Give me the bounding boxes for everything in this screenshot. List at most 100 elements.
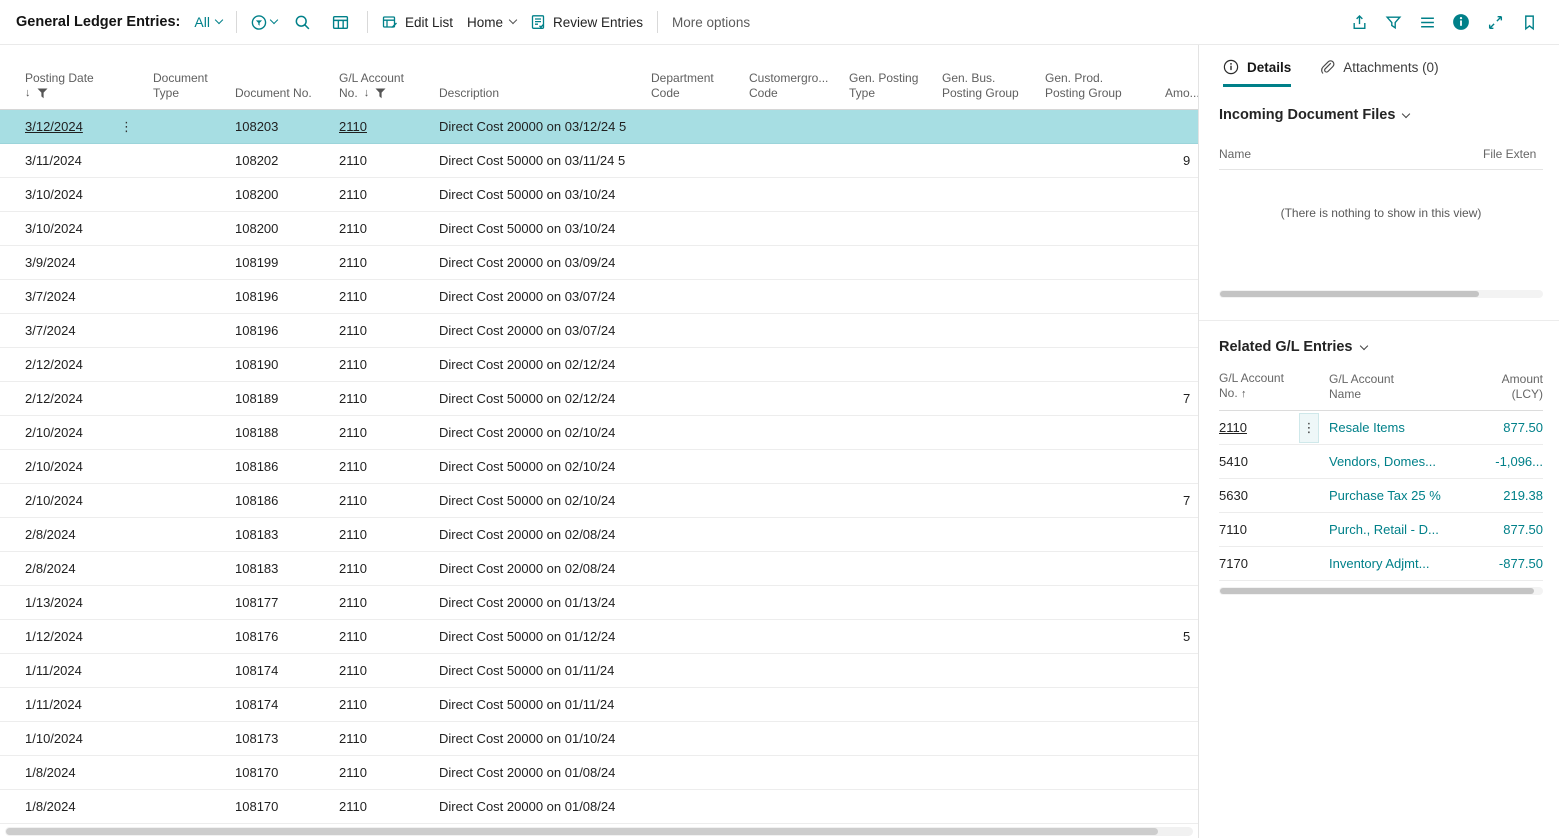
search-button[interactable]: [291, 9, 315, 35]
related-col-account-no[interactable]: G/L Account No. ↑: [1219, 371, 1319, 402]
table-row[interactable]: 1/8/20241081702110Direct Cost 20000 on 0…: [0, 756, 1198, 790]
cell-gl-account-no[interactable]: 2110: [339, 357, 439, 372]
cell-description[interactable]: Direct Cost 50000 on 03/11/24 5: [439, 153, 651, 168]
related-entry-row[interactable]: 7110Purch., Retail - D...877.50: [1219, 513, 1543, 547]
table-row[interactable]: 1/12/20241081762110Direct Cost 50000 on …: [0, 620, 1198, 654]
cell-gl-account-no[interactable]: 2110: [339, 493, 439, 508]
related-cell-amount[interactable]: -1,096...: [1457, 454, 1543, 469]
related-cell-amount[interactable]: 877.50: [1457, 420, 1543, 435]
table-row[interactable]: 2/8/20241081832110Direct Cost 20000 on 0…: [0, 552, 1198, 586]
cell-posting-date[interactable]: 2/10/2024: [25, 493, 153, 508]
table-row[interactable]: 3/10/20241082002110Direct Cost 50000 on …: [0, 178, 1198, 212]
table-row[interactable]: 3/7/20241081962110Direct Cost 20000 on 0…: [0, 280, 1198, 314]
fullscreen-button[interactable]: [1483, 9, 1507, 35]
analysis-mode-button[interactable]: [329, 9, 353, 35]
incoming-document-files-section-header[interactable]: Incoming Document Files: [1219, 107, 1543, 123]
cell-description[interactable]: Direct Cost 20000 on 03/07/24: [439, 323, 651, 338]
table-row[interactable]: 2/12/20241081902110Direct Cost 20000 on …: [0, 348, 1198, 382]
related-gl-entries-section-header[interactable]: Related G/L Entries: [1219, 339, 1543, 355]
cell-document-no[interactable]: 108200: [235, 221, 339, 236]
cell-posting-date[interactable]: 3/7/2024: [25, 323, 153, 338]
incoming-col-name[interactable]: Name: [1219, 147, 1251, 161]
column-header-gen-posting-type[interactable]: Gen. Posting Type: [849, 71, 942, 109]
cell-document-no[interactable]: 108202: [235, 153, 339, 168]
cell-description[interactable]: Direct Cost 50000 on 01/12/24: [439, 629, 651, 644]
table-row[interactable]: 2/10/20241081882110Direct Cost 20000 on …: [0, 416, 1198, 450]
related-cell-account-no[interactable]: 7110: [1219, 522, 1319, 537]
cell-description[interactable]: Direct Cost 50000 on 02/12/24: [439, 391, 651, 406]
bookmark-button[interactable]: [1517, 9, 1541, 35]
cell-description[interactable]: Direct Cost 20000 on 03/09/24: [439, 255, 651, 270]
related-cell-amount[interactable]: 219.38: [1457, 488, 1543, 503]
table-row[interactable]: 3/9/2024 1081992110Direct Cost 20000 on 0…: [0, 246, 1198, 280]
more-options-button[interactable]: More options: [672, 15, 750, 30]
cell-document-no[interactable]: 108170: [235, 799, 339, 814]
cell-description[interactable]: Direct Cost 50000 on 02/10/24: [439, 493, 651, 508]
list-view-button[interactable]: [1415, 9, 1439, 35]
cell-gl-account-no[interactable]: 2110: [339, 731, 439, 746]
cell-posting-date[interactable]: 3/9/2024: [25, 255, 153, 270]
cell-document-no[interactable]: 108203: [235, 119, 339, 134]
table-row[interactable]: 1/8/20241081702110Direct Cost 20000 on 0…: [0, 790, 1198, 824]
related-horizontal-scrollbar[interactable]: [1219, 587, 1543, 595]
column-header-posting-date[interactable]: Posting Date ↓: [25, 71, 153, 109]
table-row[interactable]: 2/8/20241081832110Direct Cost 20000 on 0…: [0, 518, 1198, 552]
cell-posting-date[interactable]: 3/12/2024⋮: [25, 119, 153, 135]
cell-posting-date[interactable]: 2/10/2024: [25, 425, 153, 440]
cell-document-no[interactable]: 108177: [235, 595, 339, 610]
cell-posting-date[interactable]: 2/12/2024: [25, 357, 153, 372]
cell-gl-account-no[interactable]: 2110: [339, 221, 439, 236]
related-cell-account-name[interactable]: Purchase Tax 25 %: [1329, 488, 1447, 503]
cell-document-no[interactable]: 108173: [235, 731, 339, 746]
cell-description[interactable]: Direct Cost 50000 on 03/10/24: [439, 221, 651, 236]
cell-gl-account-no[interactable]: 2110: [339, 595, 439, 610]
column-header-amount[interactable]: Amo...: [1165, 86, 1198, 109]
scrollbar-thumb[interactable]: [1220, 588, 1534, 594]
cell-posting-date[interactable]: 2/8/2024: [25, 561, 153, 576]
cell-description[interactable]: Direct Cost 50000 on 01/11/24: [439, 663, 651, 678]
cell-gl-account-no[interactable]: 2110: [339, 119, 439, 134]
table-row[interactable]: 3/7/20241081962110Direct Cost 20000 on 0…: [0, 314, 1198, 348]
cell-amount[interactable]: 5: [1165, 629, 1198, 644]
cell-gl-account-no[interactable]: 2110: [339, 153, 439, 168]
cell-posting-date[interactable]: 1/8/2024: [25, 765, 153, 780]
cell-gl-account-no[interactable]: 2110: [339, 799, 439, 814]
table-row[interactable]: 1/11/20241081742110Direct Cost 50000 on …: [0, 654, 1198, 688]
cell-posting-date[interactable]: 3/10/2024: [25, 221, 153, 236]
table-row[interactable]: 1/13/2024 1081772110Direct Cost 20000 on …: [0, 586, 1198, 620]
cell-gl-account-no[interactable]: 2110: [339, 255, 439, 270]
review-entries-button[interactable]: Review Entries: [530, 14, 643, 30]
cell-document-no[interactable]: 108186: [235, 493, 339, 508]
cell-description[interactable]: Direct Cost 20000 on 02/08/24: [439, 561, 651, 576]
cell-document-no[interactable]: 108174: [235, 663, 339, 678]
table-row[interactable]: 3/12/2024⋮1082032110Direct Cost 20000 on…: [0, 110, 1198, 144]
filter-views-button[interactable]: [251, 9, 277, 35]
scrollbar-thumb[interactable]: [6, 828, 1158, 835]
cell-posting-date[interactable]: 2/12/2024: [25, 391, 153, 406]
table-row[interactable]: 1/10/20241081732110Direct Cost 20000 on …: [0, 722, 1198, 756]
cell-description[interactable]: Direct Cost 20000 on 02/08/24: [439, 527, 651, 542]
scrollbar-track[interactable]: [5, 827, 1193, 836]
related-entry-row[interactable]: 2110⋮Resale Items877.50: [1219, 411, 1543, 445]
cell-document-no[interactable]: 108186: [235, 459, 339, 474]
factbox-info-button[interactable]: [1449, 9, 1473, 35]
related-cell-account-name[interactable]: Inventory Adjmt...: [1329, 556, 1447, 571]
cell-description[interactable]: Direct Cost 20000 on 01/13/24: [439, 595, 651, 610]
row-options-icon[interactable]: ⋮: [1299, 413, 1319, 443]
table-row[interactable]: 2/10/2024 1081862110Direct Cost 50000 on …: [0, 484, 1198, 518]
incoming-horizontal-scrollbar[interactable]: [1219, 290, 1543, 298]
cell-gl-account-no[interactable]: 2110: [339, 459, 439, 474]
cell-posting-date[interactable]: 1/13/2024: [25, 595, 153, 610]
tab-details[interactable]: Details: [1223, 59, 1291, 87]
cell-gl-account-no[interactable]: 2110: [339, 425, 439, 440]
cell-posting-date[interactable]: 1/11/2024: [25, 697, 153, 712]
column-header-customergroup-code[interactable]: Customergro... Code: [749, 71, 849, 109]
column-header-gen-bus-posting-group[interactable]: Gen. Bus. Posting Group: [942, 71, 1045, 109]
cell-description[interactable]: Direct Cost 20000 on 03/07/24: [439, 289, 651, 304]
cell-posting-date[interactable]: 1/8/2024: [25, 799, 153, 814]
column-header-gen-prod-posting-group[interactable]: Gen. Prod. Posting Group: [1045, 71, 1165, 109]
cell-document-no[interactable]: 108199: [235, 255, 339, 270]
table-row[interactable]: 3/10/2024 1082002110Direct Cost 50000 on …: [0, 212, 1198, 246]
column-header-document-type[interactable]: Document Type: [153, 71, 235, 109]
column-header-gl-account-no[interactable]: G/L Account No. ↓: [339, 71, 439, 109]
